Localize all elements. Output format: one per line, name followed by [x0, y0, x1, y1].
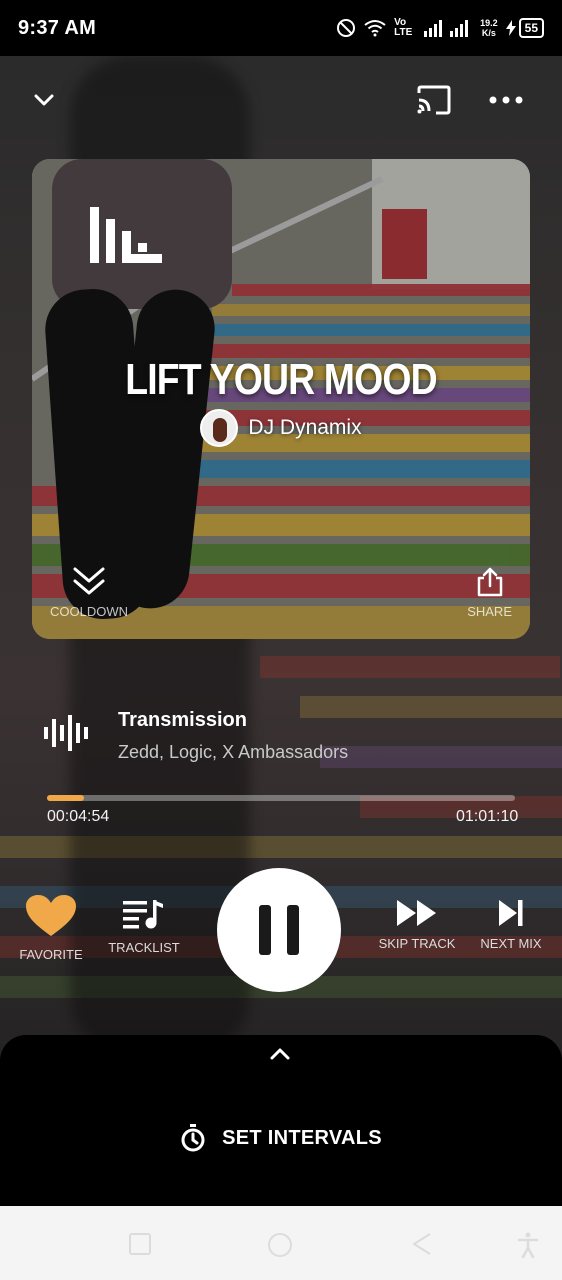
- avatar: [200, 409, 239, 447]
- charging-icon: [505, 20, 516, 36]
- track-title: Transmission: [118, 709, 247, 731]
- battery-level: 55: [518, 18, 544, 38]
- home-icon[interactable]: [267, 1232, 293, 1258]
- progress-fill: [47, 795, 85, 801]
- chevron-up-icon: [270, 1048, 290, 1060]
- now-playing-track: Transmission Zedd, Logic, X Ambassadors: [44, 705, 524, 769]
- artist-name: DJ Dynamix: [248, 416, 362, 439]
- share-icon: [477, 567, 502, 597]
- wifi-icon: [364, 20, 386, 37]
- chevron-down-icon: [34, 94, 54, 106]
- expand-sheet-button[interactable]: [269, 1047, 291, 1066]
- mix-cover-card[interactable]: LIFT YOUR MOOD DJ Dynamix COOLDOWN SHARE: [32, 159, 530, 639]
- favorite-button[interactable]: FAVORITE: [16, 895, 86, 962]
- status-icons: Vo LTE 19.2 K/s 55: [336, 18, 544, 38]
- pause-icon: [259, 905, 299, 955]
- mix-title: LIFT YOUR MOOD: [125, 355, 437, 404]
- signal-icon: [424, 20, 469, 37]
- set-intervals-button[interactable]: SET INTERVALS: [0, 1124, 562, 1152]
- intervals-sheet: SET INTERVALS: [0, 1035, 562, 1206]
- app-logo-icon: [90, 207, 162, 263]
- share-label: SHARE: [467, 604, 512, 619]
- skip-track-label: SKIP TRACK: [378, 936, 456, 951]
- heart-icon: [26, 895, 76, 936]
- cooldown-icon: [73, 567, 105, 595]
- status-bar: 9:37 AM Vo LTE 19.2 K/s 55: [0, 0, 562, 56]
- recents-icon[interactable]: [128, 1232, 152, 1256]
- more-button[interactable]: [486, 84, 526, 116]
- cooldown-label: COOLDOWN: [50, 604, 128, 619]
- system-nav-bar: [0, 1206, 562, 1280]
- total-time: 01:01:10: [456, 808, 519, 825]
- elapsed-time: 00:04:54: [47, 808, 110, 825]
- set-intervals-label: SET INTERVALS: [222, 1126, 382, 1149]
- tracklist-icon: [123, 900, 163, 929]
- tracklist-button[interactable]: TRACKLIST: [104, 898, 184, 955]
- skip-icon: [397, 900, 436, 926]
- dnd-icon: [337, 19, 356, 37]
- cooldown-button[interactable]: COOLDOWN: [50, 566, 128, 619]
- collapse-button[interactable]: [28, 80, 60, 120]
- back-icon[interactable]: [410, 1232, 434, 1256]
- accessibility-icon[interactable]: [516, 1232, 540, 1258]
- next-icon: [499, 900, 523, 926]
- mix-artist[interactable]: DJ Dynamix: [32, 409, 530, 447]
- network-speed: 19.2 K/s: [480, 18, 498, 38]
- playback-progress-bar[interactable]: [47, 795, 515, 801]
- next-mix-button[interactable]: NEXT MIX: [476, 900, 546, 951]
- favorite-label: FAVORITE: [19, 947, 83, 962]
- tracklist-label: TRACKLIST: [108, 940, 180, 955]
- waveform-icon: [44, 715, 88, 751]
- player-top-bar: [0, 80, 562, 120]
- share-button[interactable]: SHARE: [467, 566, 512, 619]
- network-type: Vo LTE: [394, 17, 413, 38]
- pause-button[interactable]: [217, 868, 341, 992]
- battery: 55: [505, 18, 544, 38]
- skip-track-button[interactable]: SKIP TRACK: [376, 900, 458, 951]
- more-icon: [489, 96, 523, 104]
- cast-button[interactable]: [414, 82, 454, 118]
- status-time: 9:37 AM: [18, 16, 97, 39]
- stopwatch-icon: [181, 1124, 205, 1152]
- next-mix-label: NEXT MIX: [480, 936, 542, 951]
- track-artists: Zedd, Logic, X Ambassadors: [118, 742, 349, 762]
- cast-icon: [417, 85, 451, 115]
